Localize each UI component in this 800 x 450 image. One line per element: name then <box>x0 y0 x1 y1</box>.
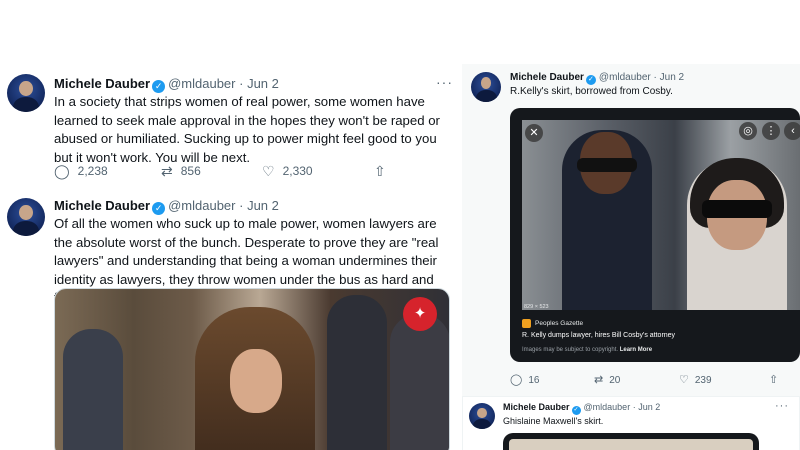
more-options-icon[interactable]: ··· <box>436 74 453 90</box>
quoted-tweet[interactable]: Michele Dauber ✓ @mldauber · Jun 2 ··· Ghi… <box>462 396 800 450</box>
tweet-date[interactable]: Jun 2 <box>247 76 279 91</box>
author-name[interactable]: Michele Dauber <box>510 72 584 83</box>
author-name[interactable]: Michele Dauber <box>54 198 150 213</box>
image-dimensions: 829 × 523 <box>524 304 549 310</box>
tweet-date[interactable]: Jun 2 <box>638 402 660 412</box>
back-icon[interactable]: ‹ <box>784 122 800 140</box>
image-preview-card[interactable]: ✕ ◎ ⋮ ‹ 829 × 523 Peoples Gazette R. Kel… <box>510 108 800 362</box>
avatar[interactable] <box>7 198 45 236</box>
reply-icon: ◯ <box>54 163 70 179</box>
retweet-count: 20 <box>609 374 621 386</box>
copyright-note: Images may be subject to copyright. Lear… <box>522 347 652 353</box>
author-name[interactable]: Michele Dauber <box>503 402 570 412</box>
avatar[interactable] <box>469 403 495 429</box>
retweet-count: 856 <box>180 164 201 178</box>
author-handle[interactable]: @mldauber <box>584 402 631 412</box>
share-icon: ⇧ <box>769 374 779 386</box>
tweet-actions: ◯ 2,238 ⇄ 856 ♡ 2,330 ⇧ <box>54 164 386 178</box>
copyright-text: Images may be subject to copyright. <box>522 347 619 353</box>
right-screenshot-panel: Michele Dauber ✓ @mldauber · Jun 2 R.Kelly… <box>462 64 800 450</box>
reply-button[interactable]: ◯ 2,238 <box>54 164 161 178</box>
retweet-icon: ⇄ <box>594 374 604 386</box>
source-favicon-icon <box>522 319 531 328</box>
verified-icon: ✓ <box>585 75 596 85</box>
retweet-icon: ⇄ <box>161 163 173 179</box>
author-handle[interactable]: @mldauber <box>168 76 235 91</box>
reply-icon: ◯ <box>510 374 523 386</box>
photo-face <box>230 349 282 413</box>
close-icon[interactable]: ✕ <box>525 124 543 142</box>
author-handle[interactable]: @mldauber <box>599 72 651 83</box>
photo-sunglasses <box>577 158 637 172</box>
share-button[interactable]: ⇧ <box>769 373 778 387</box>
image-headline[interactable]: R. Kelly dumps lawyer, hires Bill Cosby'… <box>522 332 675 339</box>
separator: · <box>630 402 639 412</box>
tweet-header: Michele Dauber ✓ @mldauber · Jun 2 <box>503 402 660 415</box>
image-source[interactable]: Peoples Gazette <box>522 319 583 328</box>
separator: · <box>235 198 248 213</box>
tweet-header: Michele Dauber ✓ @mldauber · Jun 2 <box>510 72 684 85</box>
separator: · <box>235 76 248 91</box>
photo-figure <box>390 314 449 450</box>
source-name: Peoples Gazette <box>535 320 584 327</box>
learn-more-link[interactable]: Learn More <box>620 347 652 353</box>
like-count: 2,330 <box>282 164 313 178</box>
tweet-photo[interactable]: ✦ <box>54 288 450 450</box>
photo-figure <box>63 329 123 450</box>
tweet-photo[interactable] <box>503 433 759 450</box>
tweet-text: R.Kelly's skirt, borrowed from Cosby. <box>510 86 673 97</box>
like-button[interactable]: ♡ 2,330 <box>262 164 374 178</box>
photo-figure <box>327 295 387 450</box>
retweet-button[interactable]: ⇄ 20 <box>594 373 679 387</box>
like-count: 239 <box>694 374 712 386</box>
tweet-header: Michele Dauber ✓ @mldauber · Jun 2 <box>54 198 279 215</box>
separator: · <box>650 72 660 83</box>
avatar[interactable] <box>7 74 45 112</box>
like-icon: ♡ <box>679 374 689 386</box>
verified-icon: ✓ <box>152 202 166 215</box>
like-icon: ♡ <box>262 163 275 179</box>
verified-icon: ✓ <box>571 406 581 415</box>
more-vertical-icon[interactable]: ⋮ <box>762 122 780 140</box>
eagle-logo-icon: ✦ <box>403 297 437 331</box>
tweet-date[interactable]: Jun 2 <box>247 198 279 213</box>
author-handle[interactable]: @mldauber <box>168 198 235 213</box>
share-icon: ⇧ <box>374 163 386 179</box>
lens-icon[interactable]: ◎ <box>739 122 757 140</box>
reply-count: 16 <box>528 374 540 386</box>
share-button[interactable]: ⇧ <box>374 164 386 178</box>
reply-count: 2,238 <box>77 164 108 178</box>
more-options-icon[interactable]: ··· <box>775 400 789 412</box>
author-name[interactable]: Michele Dauber <box>54 76 150 91</box>
retweet-button[interactable]: ⇄ 856 <box>161 164 262 178</box>
reply-button[interactable]: ◯ 16 <box>510 373 594 387</box>
tweet-date[interactable]: Jun 2 <box>660 72 684 83</box>
tweet-text: Ghislaine Maxwell's skirt. <box>503 416 604 426</box>
tweet-text: In a society that strips women of real p… <box>54 94 440 165</box>
tweet-header: Michele Dauber ✓ @mldauber · Jun 2 <box>54 76 279 93</box>
avatar[interactable] <box>471 72 501 102</box>
like-button[interactable]: ♡ 239 <box>679 373 769 387</box>
tweet-actions: ◯ 16 ⇄ 20 ♡ 239 ⇧ <box>510 373 778 387</box>
photo-sunglasses <box>702 200 772 218</box>
left-screenshot-panel: Michele Dauber ✓ @mldauber · Jun 2 ··· In … <box>0 64 462 450</box>
verified-icon: ✓ <box>152 80 166 93</box>
embedded-photo[interactable] <box>522 120 800 310</box>
